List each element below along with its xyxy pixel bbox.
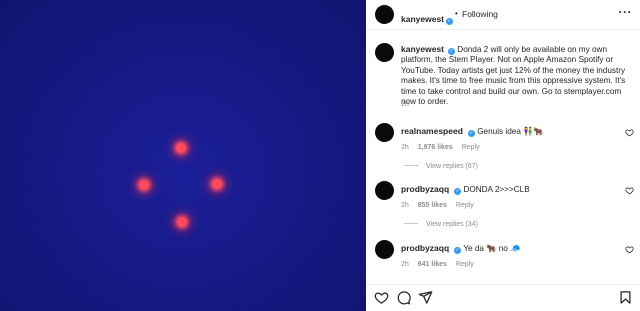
post-caption: kanyewest ✓ Donda 2 will only be availabl… [401,44,634,107]
comment-likes[interactable]: 855 likes [418,202,447,209]
comment-username[interactable]: realnamespeed [401,126,463,136]
caption-text: Donda 2 will only be available on my own… [401,45,626,107]
verified-badge-icon: ✓ [454,247,462,254]
header-username[interactable]: kanyewest [401,14,444,24]
comment-meta: 2h 1,976 likes Reply [401,144,487,151]
reply-button[interactable]: Reply [462,144,480,151]
comment-body: prodbyzaqq ✓ Ye da 🐂 no 🧢 [401,243,621,254]
caption-timestamp[interactable]: 2h [401,101,409,108]
action-bar [366,284,640,311]
comment-meta: 2h 641 likes Reply [401,261,481,268]
reply-button[interactable]: Reply [456,202,474,209]
more-options-icon[interactable]: ··· [619,5,633,19]
heart-icon[interactable] [625,186,634,195]
following-button[interactable]: Following [462,9,498,19]
view-replies-button[interactable]: View replies (34) [404,221,478,228]
view-replies-label[interactable]: View replies (34) [426,221,478,228]
red-light-right [212,179,222,189]
post-image[interactable] [0,0,366,311]
comment-likes[interactable]: 641 likes [418,261,447,268]
comment-text: Genuis idea 👫🐂 [477,127,544,136]
header-separator: • [455,9,458,18]
avatar[interactable] [375,5,394,24]
reply-button[interactable]: Reply [456,261,474,268]
verified-badge-icon: ✓ [467,130,475,137]
post-side-panel: kanyewest ✓ • Following ··· kanyewest ✓ Do… [366,0,640,311]
avatar[interactable] [375,240,394,259]
comment-text: Ye da 🐂 no 🧢 [463,244,521,253]
post-header: kanyewest ✓ • Following ··· [366,0,640,30]
red-light-bottom [177,217,187,227]
red-light-left [139,180,149,190]
comment-username[interactable]: prodbyzaqq [401,184,449,194]
comment-likes[interactable]: 1,976 likes [418,144,453,151]
header-username-group[interactable]: kanyewest ✓ [401,9,453,27]
caption-avatar[interactable] [375,43,394,62]
bookmark-icon[interactable] [618,290,633,305]
heart-icon[interactable] [374,290,389,305]
comment-body: realnamespeed ✓ Genuis idea 👫🐂 [401,126,621,137]
comment-icon[interactable] [396,290,411,305]
heart-icon[interactable] [625,128,634,137]
divider [404,223,418,224]
caption-username[interactable]: kanyewest [401,44,444,54]
comment-body: prodbyzaqq ✓ DONDA 2>>>CLB [401,184,621,195]
verified-badge-icon: ✓ [448,48,455,55]
comment-username[interactable]: prodbyzaqq [401,243,449,253]
comment-text: DONDA 2>>>CLB [463,185,530,194]
red-light-top [176,143,186,153]
comment-timestamp[interactable]: 2h [401,144,409,151]
avatar[interactable] [375,181,394,200]
comment-timestamp[interactable]: 2h [401,261,409,268]
heart-icon[interactable] [625,245,634,254]
comment-meta: 2h 855 likes Reply [401,202,481,209]
comment-timestamp[interactable]: 2h [401,202,409,209]
view-replies-label[interactable]: View replies (67) [426,163,478,170]
verified-badge-icon: ✓ [446,18,453,25]
verified-badge-icon: ✓ [454,188,462,195]
avatar[interactable] [375,123,394,142]
view-replies-button[interactable]: View replies (67) [404,163,478,170]
divider [404,165,418,166]
share-icon[interactable] [418,290,433,305]
